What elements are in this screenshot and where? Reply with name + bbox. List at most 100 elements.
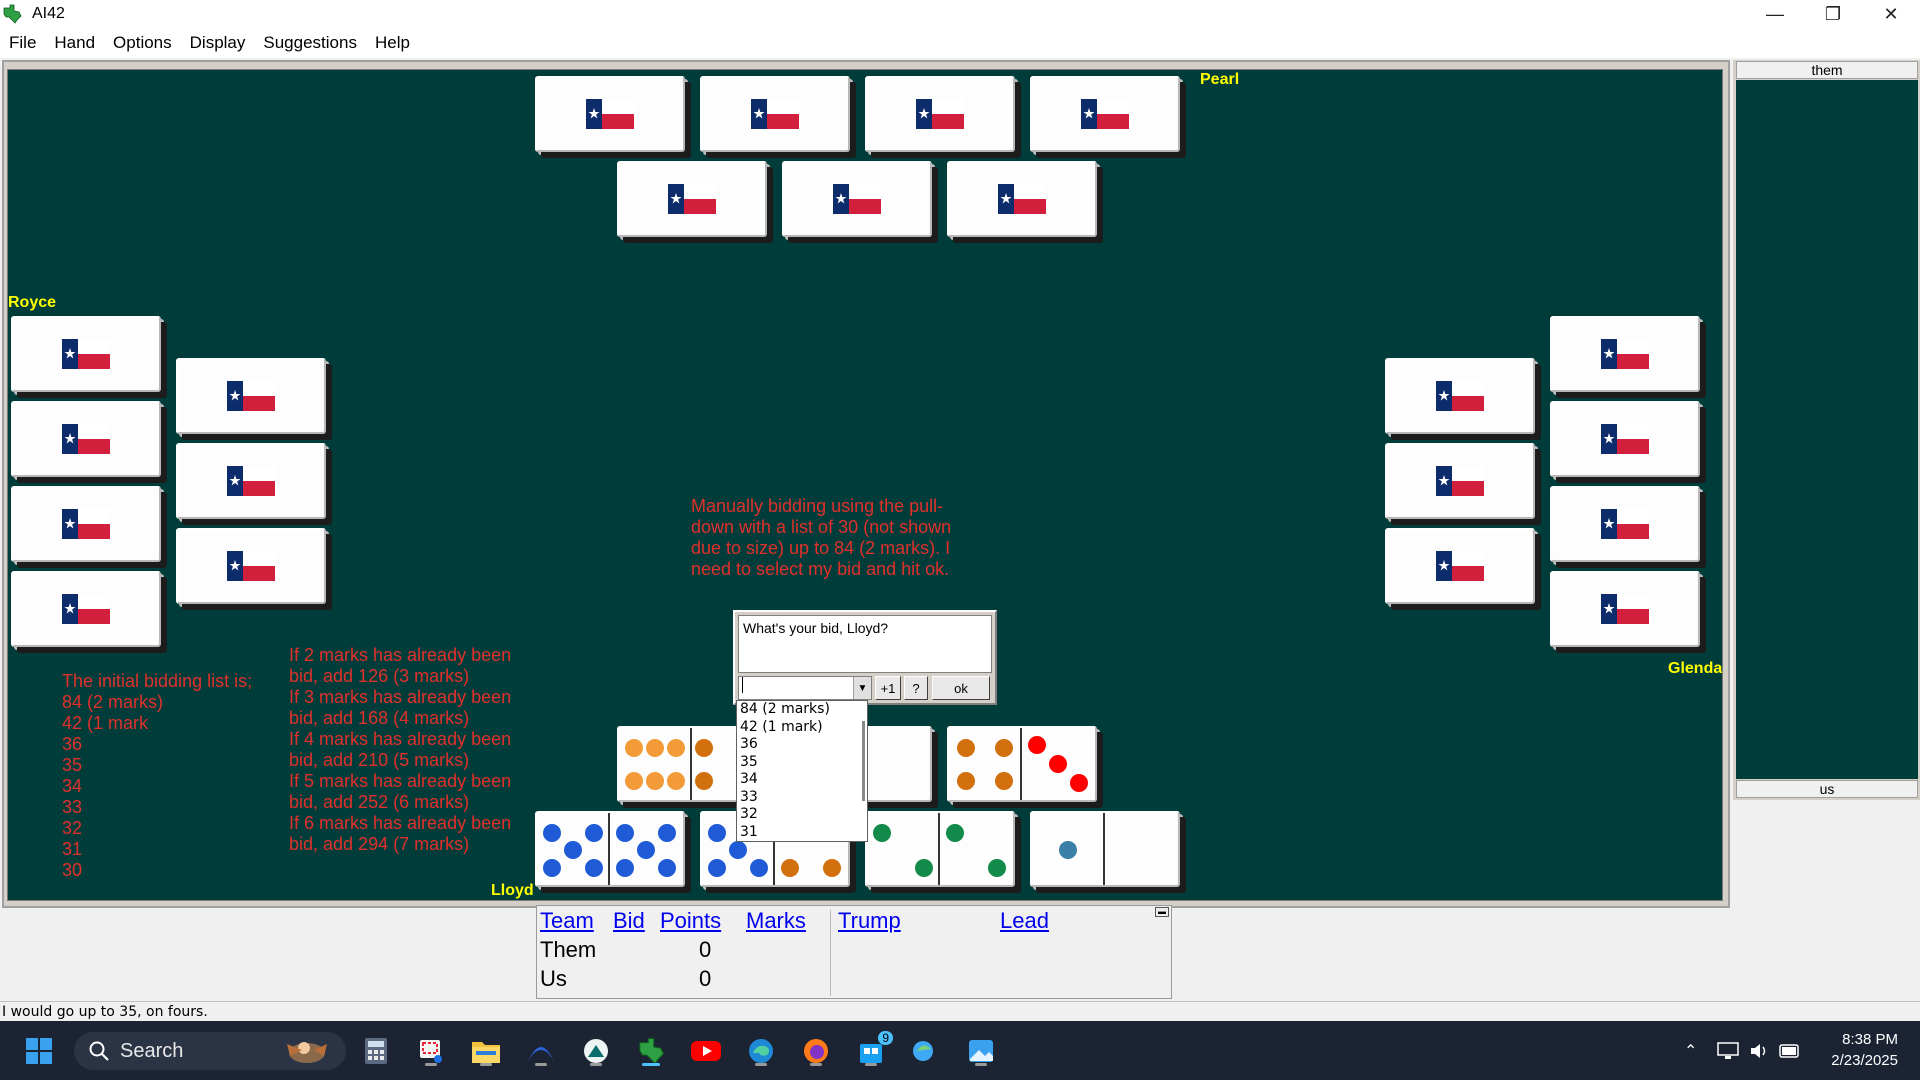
header-bid[interactable]: Bid <box>613 908 645 934</box>
chevron-down-icon[interactable]: ▼ <box>853 677 871 699</box>
bid-options-list: 84 (2 marks) 42 (1 mark) 36 35 34 33 32 … <box>736 700 868 842</box>
collapse-icon[interactable]: ▬ <box>1155 907 1169 917</box>
battery-icon[interactable] <box>1779 1043 1801 1058</box>
menu-help[interactable]: Help <box>366 33 419 53</box>
bid-dialog: What's your bid, Lloyd? ▼ +1 ? ok <box>733 610 997 705</box>
texas-flag-icon <box>833 184 881 214</box>
header-points[interactable]: Points <box>660 908 721 934</box>
domino-facedown <box>782 161 932 237</box>
annotation-initial-list: The initial bidding list is; 84 (2 marks… <box>62 671 253 880</box>
menu-file[interactable]: File <box>0 33 45 53</box>
volume-icon[interactable] <box>1749 1042 1769 1060</box>
header-marks[interactable]: Marks <box>746 908 806 934</box>
domino-3-3[interactable] <box>865 811 1015 887</box>
list-scrollbar[interactable] <box>862 721 865 801</box>
bid-option[interactable]: 34 <box>737 771 867 789</box>
header-trump[interactable]: Trump <box>838 908 901 934</box>
taskbar: Search 9 ⌃ 8:38 PM 2/23/2025 <box>0 1021 1920 1080</box>
domino-facedown <box>11 401 161 477</box>
bid-option[interactable]: 84 (2 marks) <box>737 701 867 719</box>
domino-facedown <box>700 76 850 152</box>
domino-facedown <box>1385 528 1535 604</box>
texas-flag-icon <box>1081 99 1129 129</box>
edge-browser-icon[interactable] <box>743 1033 779 1069</box>
bid-option[interactable]: 36 <box>737 736 867 754</box>
clock-time: 8:38 PM <box>1842 1031 1898 1048</box>
search-highlight-icon <box>287 1042 327 1063</box>
close-button[interactable]: ✕ <box>1862 0 1920 28</box>
photos-icon[interactable] <box>963 1033 999 1069</box>
taskbar-search[interactable]: Search <box>74 1032 346 1070</box>
minimize-button[interactable]: — <box>1746 0 1804 28</box>
domino-facedown <box>11 571 161 647</box>
menu-options[interactable]: Options <box>104 33 181 53</box>
header-lead[interactable]: Lead <box>1000 908 1049 934</box>
domino-facedown <box>535 76 685 152</box>
domino-facedown <box>1030 76 1180 152</box>
app-circle-icon[interactable] <box>578 1033 614 1069</box>
notification-badge: 9 <box>878 1031 893 1045</box>
file-explorer-icon[interactable] <box>468 1033 504 1069</box>
windows-start-icon[interactable] <box>21 1033 57 1069</box>
bid-option[interactable]: 32 <box>737 806 867 824</box>
header-team[interactable]: Team <box>540 908 594 934</box>
player-name-north: Pearl <box>1200 71 1240 88</box>
youtube-icon[interactable] <box>688 1033 724 1069</box>
texas-flag-icon <box>586 99 634 129</box>
ok-button[interactable]: ok <box>932 676 990 700</box>
domino-facedown <box>1550 316 1700 392</box>
plus-one-button[interactable]: +1 <box>875 676 901 700</box>
bid-option[interactable]: 31 <box>737 824 867 842</box>
texas-app-icon <box>3 4 22 24</box>
status-bar: I would go up to 35, on fours. <box>0 1001 1920 1021</box>
texas-flag-icon <box>1601 424 1649 454</box>
menu-display[interactable]: Display <box>181 33 255 53</box>
menu-hand[interactable]: Hand <box>45 33 104 53</box>
texas-flag-icon <box>668 184 716 214</box>
mountain-app-icon[interactable] <box>523 1033 559 1069</box>
calculator-icon[interactable] <box>358 1033 394 1069</box>
search-icon <box>89 1041 109 1061</box>
texas-flag-icon <box>227 381 275 411</box>
domino-facedown <box>176 358 326 434</box>
firefox-icon[interactable] <box>798 1033 834 1069</box>
weather-icon[interactable] <box>908 1033 944 1069</box>
domino-4-5[interactable] <box>947 726 1097 802</box>
snipping-tool-icon[interactable] <box>413 1033 449 1069</box>
bid-prompt: What's your bid, Lloyd? <box>738 615 992 673</box>
score-panel: Team Bid Points Marks Trump Lead Them 0 … <box>536 905 1172 999</box>
row-points-them: 0 <box>699 937 712 962</box>
player-name-south: Lloyd <box>491 882 534 899</box>
domino-1-0[interactable] <box>1030 811 1180 887</box>
domino-facedown <box>617 161 767 237</box>
domino-facedown <box>1550 571 1700 647</box>
chevron-up-icon[interactable]: ⌃ <box>1684 1041 1697 1061</box>
texas-flag-icon <box>227 551 275 581</box>
ai42-taskbar-icon[interactable] <box>633 1033 669 1069</box>
bid-option[interactable]: 42 (1 mark) <box>737 719 867 737</box>
network-icon[interactable] <box>1717 1041 1740 1060</box>
store-icon[interactable]: 9 <box>853 1031 893 1069</box>
window-title: AI42 <box>32 5 65 22</box>
menu-suggestions[interactable]: Suggestions <box>254 33 366 53</box>
maximize-button[interactable]: ❐ <box>1804 0 1862 28</box>
texas-flag-icon <box>62 424 110 454</box>
clock[interactable]: 8:38 PM 2/23/2025 <box>1831 1029 1898 1071</box>
bid-option[interactable]: 35 <box>737 754 867 772</box>
bid-select[interactable]: ▼ <box>738 676 872 700</box>
domino-facedown <box>1385 443 1535 519</box>
texas-flag-icon <box>62 509 110 539</box>
texas-flag-icon <box>1436 551 1484 581</box>
annotation-escalation: If 2 marks has already been bid, add 126… <box>289 645 512 854</box>
texas-flag-icon <box>1601 594 1649 624</box>
domino-facedown <box>865 76 1015 152</box>
them-label: them <box>1736 61 1918 79</box>
texas-flag-icon <box>62 594 110 624</box>
annotation-instruction: Manually bidding using the pull- down wi… <box>691 496 952 579</box>
help-button[interactable]: ? <box>904 676 928 700</box>
domino-6-6[interactable] <box>535 811 685 887</box>
texas-flag-icon <box>1601 509 1649 539</box>
texas-flag-icon <box>998 184 1046 214</box>
bid-option[interactable]: 33 <box>737 789 867 807</box>
texas-flag-icon <box>1436 466 1484 496</box>
